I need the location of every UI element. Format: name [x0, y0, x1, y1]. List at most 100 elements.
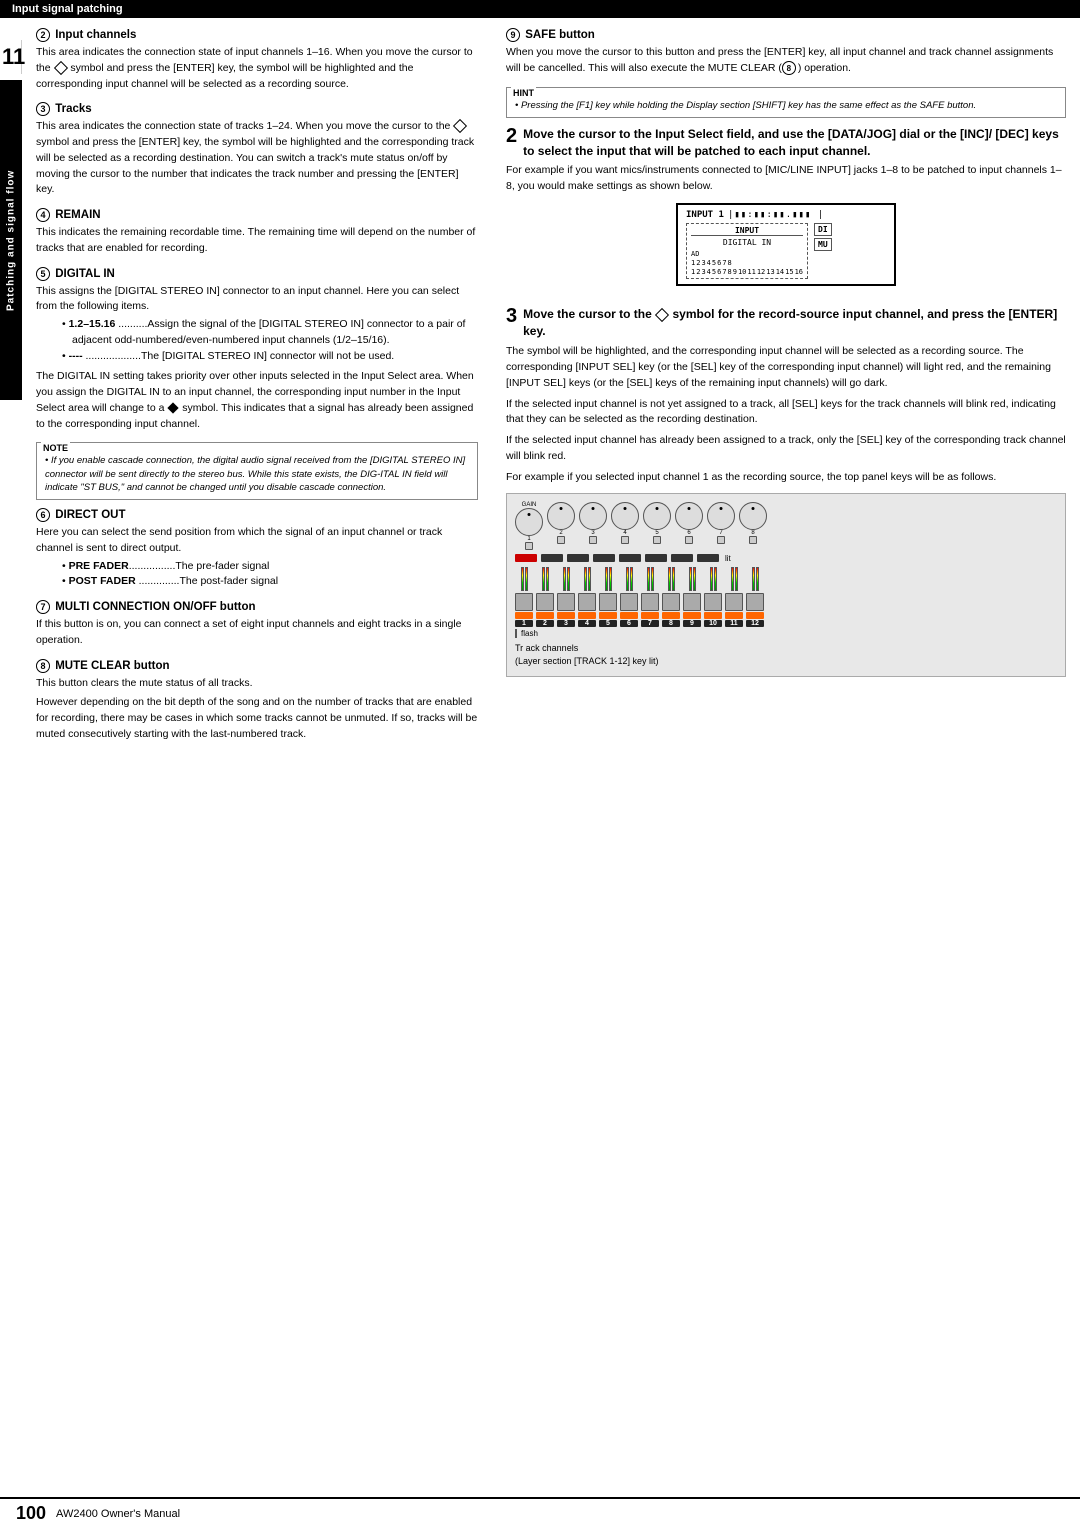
knob-5 — [643, 502, 671, 530]
page: Input signal patching 11 Patching and si… — [0, 0, 1080, 1528]
circle-8: 8 — [36, 659, 50, 673]
track-num-2: 2 — [536, 620, 554, 627]
circle-7: 7 — [36, 600, 50, 614]
circle-4: 4 — [36, 208, 50, 222]
digital-in-body: This assigns the [DIGITAL STEREO IN] con… — [36, 284, 478, 316]
hint-box: HINT • Pressing the [F1] key while holdi… — [506, 87, 1066, 118]
sel-ch5 — [619, 554, 641, 562]
section-tracks: 3 Tracks This area indicates the connect… — [36, 102, 478, 198]
knob-2 — [547, 502, 575, 530]
circle-2: 2 — [36, 28, 50, 42]
step-2-body: For example if you want mics/instruments… — [506, 163, 1066, 195]
digital-in-extra: The DIGITAL IN setting takes priority ov… — [36, 369, 478, 432]
sel-ch4 — [593, 554, 615, 562]
step-3-body3: If the selected input channel has alread… — [506, 433, 1066, 465]
knob-4 — [611, 502, 639, 530]
note-box: NOTE • If you enable cascade connection,… — [36, 442, 478, 500]
ch-strip-12: 12 — [746, 567, 764, 627]
step-3-number: 3 — [506, 306, 517, 326]
sel-ch6 — [645, 554, 667, 562]
hint-label: HINT — [511, 87, 536, 100]
left-column: 2 Input channels This area indicates the… — [36, 28, 496, 753]
direct-out-bullets: • PRE FADER................The pre-fader… — [36, 559, 478, 591]
step-3-body1: The symbol will be highlighted, and the … — [506, 344, 1066, 391]
diamond-outline-icon-2 — [453, 119, 467, 133]
circle-3: 3 — [36, 102, 50, 116]
knob-6-wrap: 6 — [675, 502, 703, 550]
tracks-body: This area indicates the connection state… — [36, 119, 478, 198]
section-multi-connection: 7 MULTI CONNECTION ON/OFF button If this… — [36, 600, 478, 649]
btn-6 — [685, 536, 693, 544]
btn-5 — [653, 536, 661, 544]
track-num-10: 10 — [704, 620, 722, 627]
btn-8 — [749, 536, 757, 544]
knob-7 — [707, 502, 735, 530]
track-num-6: 6 — [620, 620, 638, 627]
ch-strip-5: 5 — [599, 567, 617, 627]
step-3-body2: If the selected input channel is not yet… — [506, 397, 1066, 429]
digital-in-box-label: DIGITAL IN — [691, 238, 803, 247]
bullet-prefader: • PRE FADER................The pre-fader… — [62, 559, 478, 575]
flash-btn-12 — [746, 612, 764, 619]
ch-strip-6: 6 — [620, 567, 638, 627]
flash-btn-9 — [683, 612, 701, 619]
flash-btn-4 — [578, 612, 596, 619]
multi-connection-body: If this button is on, you can connect a … — [36, 617, 478, 649]
direct-out-body: Here you can select the send position fr… — [36, 525, 478, 557]
ch-strip-4: 4 — [578, 567, 596, 627]
bullet-dash: • ---- ...................The [DIGITAL S… — [62, 349, 478, 365]
mute-clear-body2: However depending on the bit depth of th… — [36, 695, 478, 742]
diamond-outline-icon — [53, 61, 67, 75]
circle-6: 6 — [36, 508, 50, 522]
flash-btn-11 — [725, 612, 743, 619]
circle-8-ref: 8 — [782, 61, 796, 75]
knob-5-wrap: 5 — [643, 502, 671, 550]
sel-ch1-lit — [515, 554, 537, 562]
section-safe-button: 9 SAFE button When you move the cursor t… — [506, 28, 1066, 77]
hint-content: • Pressing the [F1] key while holding th… — [515, 99, 1057, 112]
btn-4 — [621, 536, 629, 544]
section-mute-clear: 8 MUTE CLEAR button This button clears t… — [36, 659, 478, 743]
side-chapter-number: 11 — [0, 40, 22, 74]
remain-body: This indicates the remaining recordable … — [36, 225, 478, 257]
sel-ch7 — [671, 554, 693, 562]
flash-btn-5 — [599, 612, 617, 619]
btn-3 — [589, 536, 597, 544]
knob-8-wrap: 8 — [739, 502, 767, 550]
knob-1 — [515, 508, 543, 536]
right-column: 9 SAFE button When you move the cursor t… — [496, 28, 1066, 753]
lit-label: lit — [725, 554, 731, 563]
input-channels-body: This area indicates the connection state… — [36, 45, 478, 92]
btn-2 — [557, 536, 565, 544]
digital-in-bullets: • 1.2–15.16 ..........Assign the signal … — [36, 317, 478, 364]
ch-strip-7: 7 — [641, 567, 659, 627]
flash-btn-8 — [662, 612, 680, 619]
knob-3 — [579, 502, 607, 530]
digital-in-title: 5 DIGITAL IN — [36, 267, 478, 281]
input-channels-title: 2 Input channels — [36, 28, 478, 42]
note-content: • If you enable cascade connection, the … — [45, 454, 469, 494]
section-digital-in: 5 DIGITAL IN This assigns the [DIGITAL S… — [36, 267, 478, 433]
page-number: 100 — [16, 1503, 46, 1524]
knob-3-wrap: 3 — [579, 502, 607, 550]
track-num-9: 9 — [683, 620, 701, 627]
header-title: Input signal patching — [12, 3, 123, 15]
bullet-postfader: • POST FADER ..............The post-fade… — [62, 574, 478, 590]
note-label: NOTE — [41, 442, 70, 455]
knob-6 — [675, 502, 703, 530]
header-bar: Input signal patching — [0, 0, 1080, 18]
mute-clear-body1: This button clears the mute status of al… — [36, 676, 478, 692]
flash-btn-3 — [557, 612, 575, 619]
knob-8 — [739, 502, 767, 530]
track-num-5: 5 — [599, 620, 617, 627]
ch-strip-2: 2 — [536, 567, 554, 627]
mute-clear-title: 8 MUTE CLEAR button — [36, 659, 478, 673]
sel-buttons-row — [515, 554, 719, 562]
ch-strip-11: 11 — [725, 567, 743, 627]
footer: 100 AW2400 Owner's Manual — [0, 1497, 1080, 1528]
track-num-3: 3 — [557, 620, 575, 627]
input-box-label: INPUT — [691, 226, 803, 236]
flash-label: flash — [515, 629, 1057, 638]
fader-section: 1 2 — [515, 567, 1057, 638]
flash-btn-2 — [536, 612, 554, 619]
